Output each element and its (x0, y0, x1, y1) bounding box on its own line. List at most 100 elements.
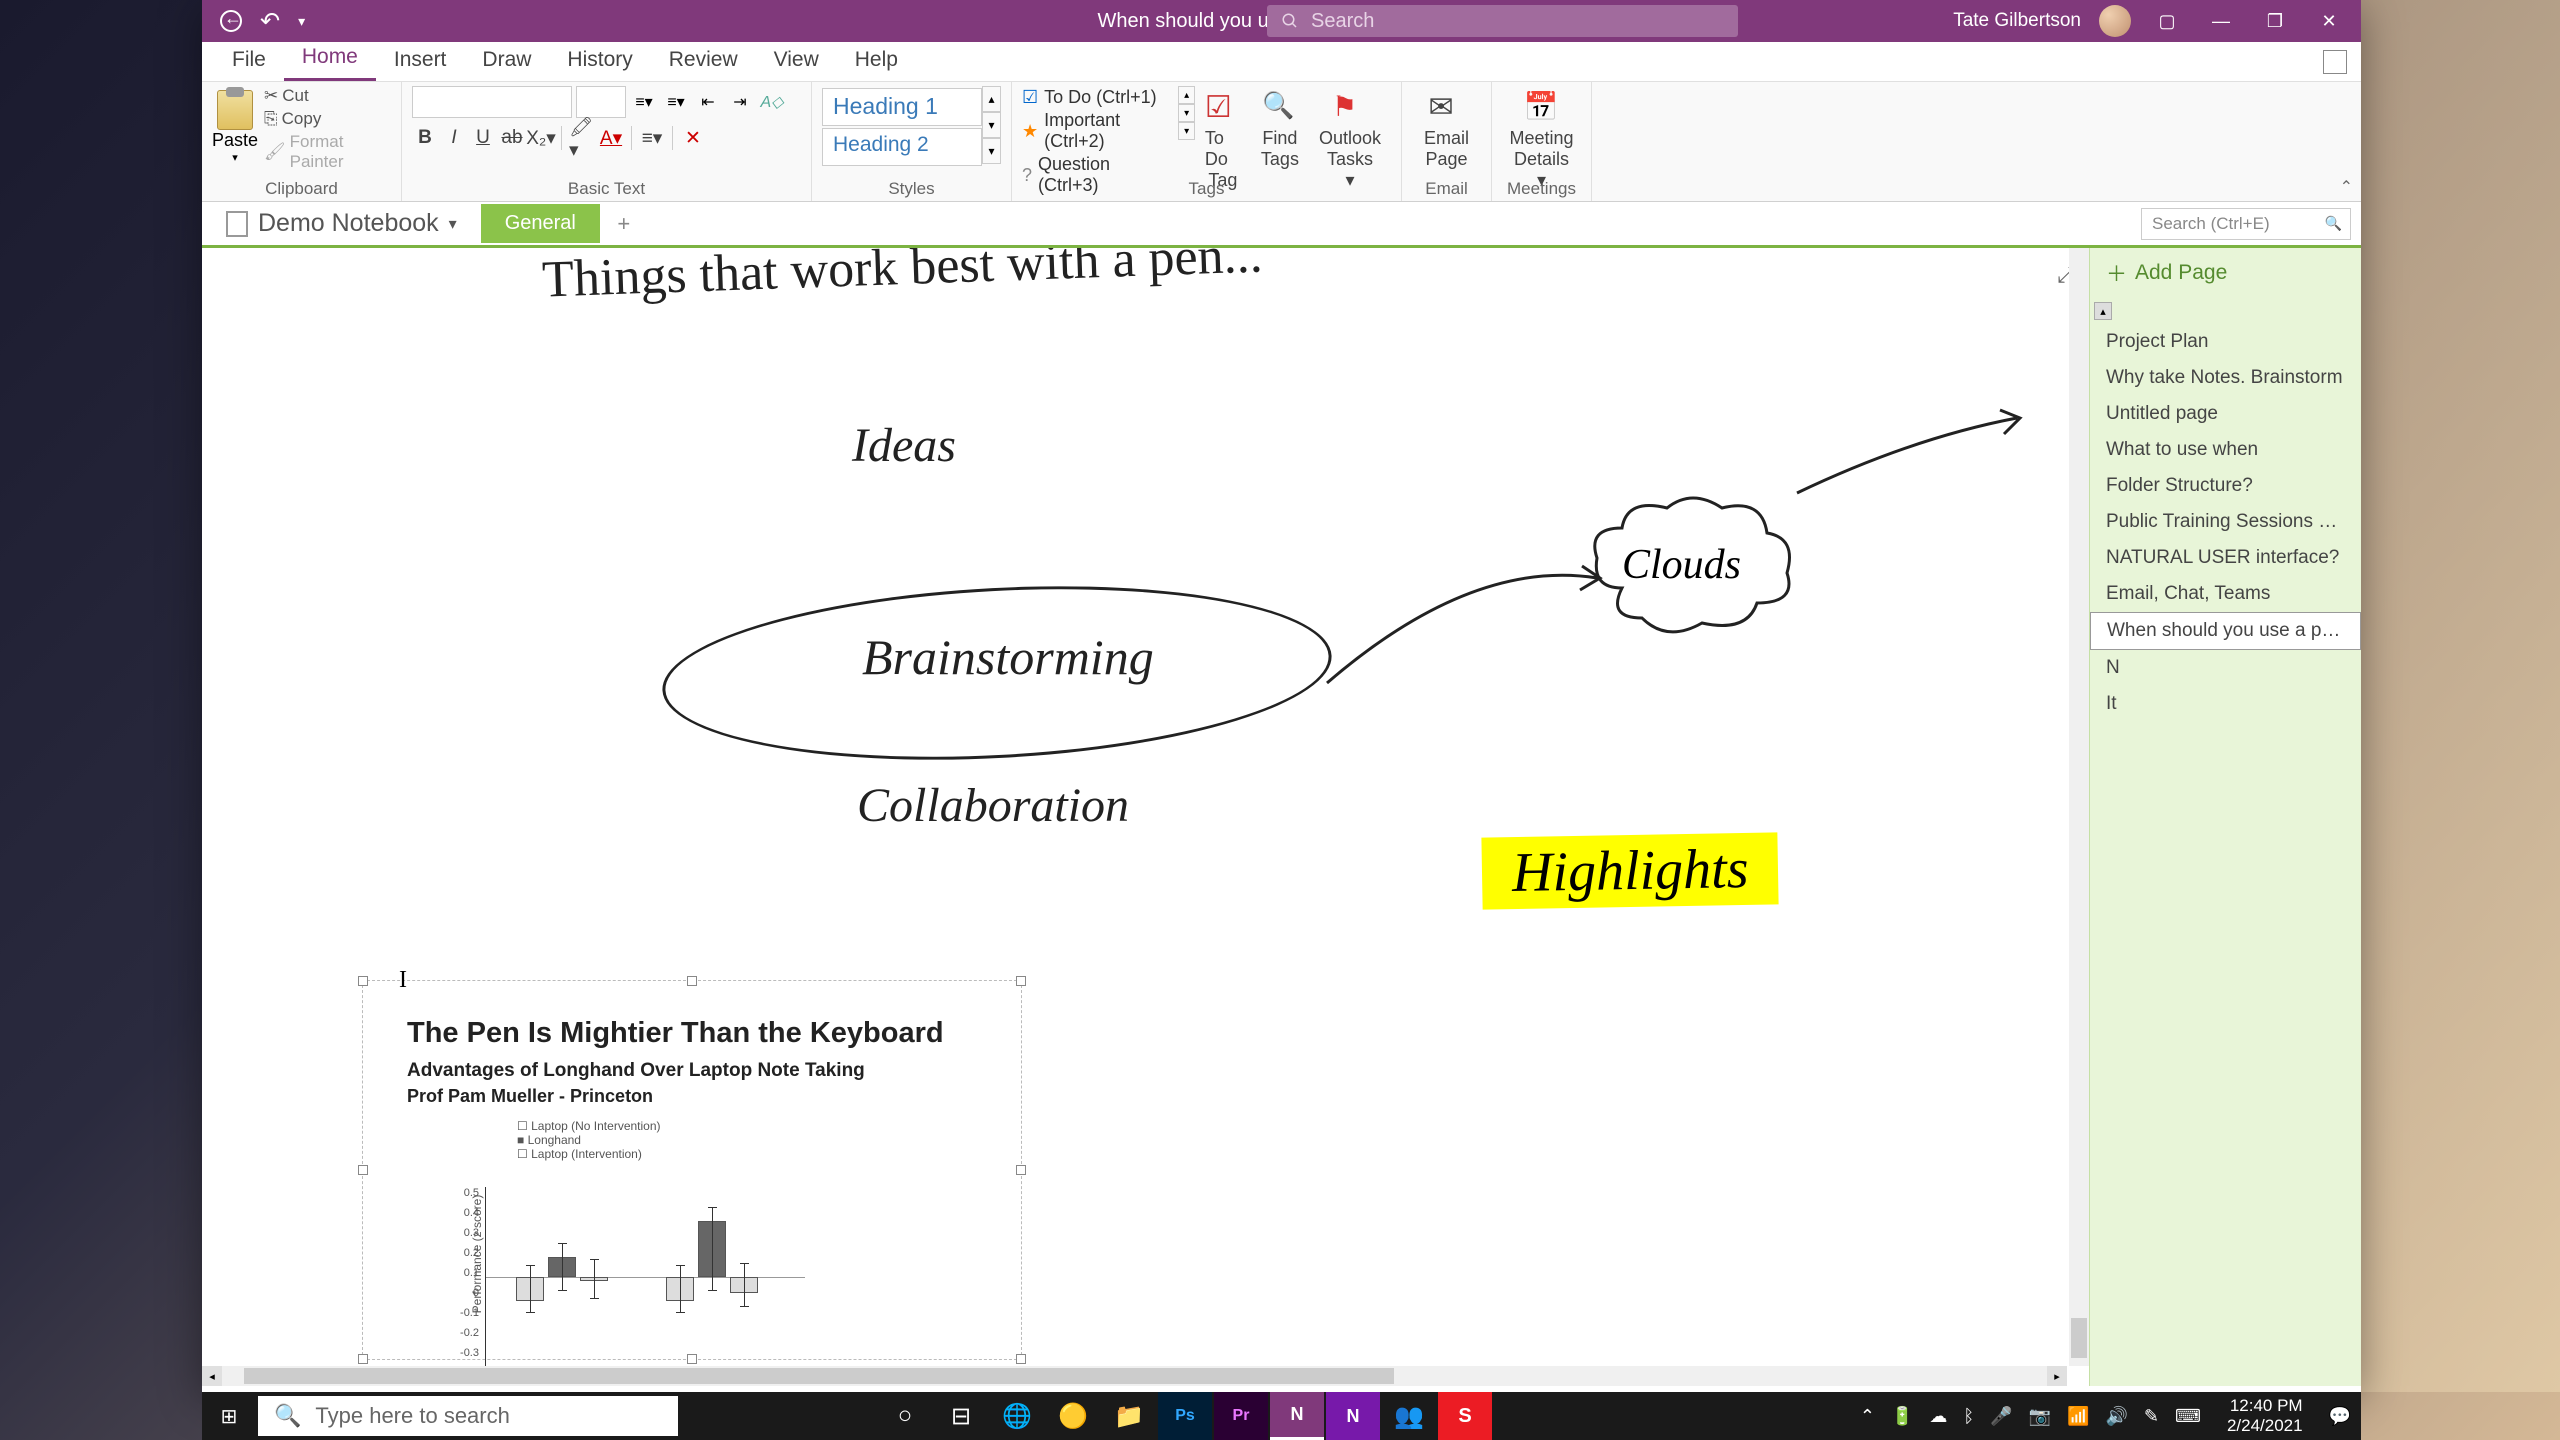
tray-expand-icon[interactable]: ⌃ (1860, 1406, 1875, 1427)
edge-icon[interactable]: 🌐 (990, 1392, 1044, 1440)
resize-handle[interactable] (687, 976, 697, 986)
tab-review[interactable]: Review (651, 39, 756, 81)
scroll-up-icon[interactable]: ▴ (2094, 302, 2112, 320)
font-color-button[interactable]: A▾ (598, 124, 624, 152)
style-more-icon[interactable]: ▾ (982, 138, 1001, 164)
user-name[interactable]: Tate Gilbertson (1953, 10, 2081, 32)
tray-mic-icon[interactable]: 🎤 (1990, 1406, 2012, 1427)
note-container[interactable]: I The Pen Is Mightier Than the Keyboard … (362, 980, 1022, 1360)
resize-handle[interactable] (1016, 1354, 1026, 1364)
ribbon-dropdown-icon[interactable] (2323, 50, 2347, 74)
chrome-icon[interactable]: 🟡 (1046, 1392, 1100, 1440)
tag-todo[interactable]: ☑To Do (Ctrl+1) (1022, 86, 1172, 109)
tab-home[interactable]: Home (284, 36, 376, 81)
canvas[interactable]: ⤢ Things that work best with a pen... Id… (202, 248, 2089, 1386)
underline-button[interactable]: U (470, 124, 496, 152)
email-page-button[interactable]: ✉EmailPage (1412, 86, 1481, 174)
resize-handle[interactable] (1016, 1165, 1026, 1175)
bullets-button[interactable]: ≡▾ (630, 88, 658, 116)
tray-keyboard-icon[interactable]: ⌨ (2175, 1406, 2201, 1427)
collapse-ribbon-icon[interactable]: ⌃ (2340, 177, 2353, 197)
avatar[interactable] (2099, 5, 2131, 37)
page-item-active[interactable]: When should you use a pen? (2090, 612, 2361, 650)
section-tab-general[interactable]: General (481, 204, 600, 243)
taskbar-clock[interactable]: 12:40 PM2/24/2021 (2217, 1396, 2313, 1437)
copy-button[interactable]: ⎘Copy (264, 109, 391, 129)
taskbar-search[interactable]: 🔍Type here to search (258, 1396, 678, 1436)
bold-button[interactable]: B (412, 124, 438, 152)
tag-more-icon[interactable]: ▾ (1178, 122, 1195, 140)
style-down-icon[interactable]: ▾ (982, 112, 1001, 138)
horizontal-scrollbar[interactable]: ◂ ▸ (202, 1366, 2067, 1386)
page-item[interactable]: NATURAL USER interface? (2090, 540, 2361, 576)
explorer-icon[interactable]: 📁 (1102, 1392, 1156, 1440)
tab-file[interactable]: File (214, 39, 284, 81)
tab-draw[interactable]: Draw (464, 39, 549, 81)
page-item[interactable]: It (2090, 686, 2361, 722)
page-item[interactable]: Untitled page (2090, 396, 2361, 432)
font-size-select[interactable] (576, 86, 626, 118)
onenote-app-icon[interactable]: N (1326, 1392, 1380, 1440)
resize-handle[interactable] (358, 1165, 368, 1175)
cortana-icon[interactable]: ○ (878, 1392, 932, 1440)
tab-insert[interactable]: Insert (376, 39, 465, 81)
tag-up-icon[interactable]: ▴ (1178, 86, 1195, 104)
resize-handle[interactable] (358, 1354, 368, 1364)
page-item[interactable]: N (2090, 650, 2361, 686)
page-search-input[interactable]: Search (Ctrl+E) (2141, 208, 2351, 240)
style-up-icon[interactable]: ▴ (982, 86, 1001, 112)
teams-icon[interactable]: 👥 (1382, 1392, 1436, 1440)
cut-button[interactable]: ✂Cut (264, 86, 391, 106)
page-item[interactable]: Email, Chat, Teams (2090, 576, 2361, 612)
notebook-selector[interactable]: Demo Notebook ▾ (212, 203, 471, 244)
tray-onedrive-icon[interactable]: ☁ (1929, 1406, 1947, 1427)
page-item[interactable]: Why take Notes. Brainstorm (2090, 360, 2361, 396)
numbering-button[interactable]: ≡▾ (662, 88, 690, 116)
tag-down-icon[interactable]: ▾ (1178, 104, 1195, 122)
format-painter-button[interactable]: 🖌Format Painter (264, 132, 391, 172)
tab-help[interactable]: Help (837, 39, 916, 81)
scroll-left-icon[interactable]: ◂ (202, 1366, 222, 1386)
task-view-icon[interactable]: ⊟ (934, 1392, 988, 1440)
strike-button[interactable]: ab (499, 124, 525, 152)
tag-important[interactable]: ★Important (Ctrl+2) (1022, 109, 1172, 153)
outdent-button[interactable]: ⇤ (694, 88, 722, 116)
align-button[interactable]: ≡▾ (639, 124, 665, 152)
resize-handle[interactable] (358, 976, 368, 986)
snagit-icon[interactable]: S (1438, 1392, 1492, 1440)
tray-battery-icon[interactable]: 🔋 (1891, 1406, 1913, 1427)
italic-button[interactable]: I (441, 124, 467, 152)
qat-more-icon[interactable]: ▾ (298, 13, 305, 30)
paste-button[interactable]: Paste ▾ (212, 86, 258, 172)
add-page-button[interactable]: ＋Add Page (2090, 248, 2361, 298)
tray-volume-icon[interactable]: 🔊 (2105, 1406, 2127, 1427)
font-select[interactable] (412, 86, 572, 118)
page-item[interactable]: Public Training Sessions Worksho (2090, 504, 2361, 540)
search-box[interactable]: Search (1267, 5, 1738, 37)
premiere-icon[interactable]: Pr (1214, 1392, 1268, 1440)
ribbon-mode-icon[interactable]: ▢ (2149, 0, 2185, 42)
page-item[interactable]: What to use when (2090, 432, 2361, 468)
highlight-button[interactable]: 🖍▾ (569, 124, 595, 152)
style-heading1[interactable]: Heading 1 (822, 88, 982, 126)
notifications-icon[interactable]: 💬 (2329, 1406, 2351, 1427)
back-icon[interactable] (220, 10, 242, 32)
vertical-scrollbar[interactable] (2069, 248, 2089, 1366)
delete-button[interactable]: ✕ (680, 124, 706, 152)
scroll-right-icon[interactable]: ▸ (2047, 1366, 2067, 1386)
page-item[interactable]: Project Plan (2090, 324, 2361, 360)
clear-format-button[interactable]: A◇ (758, 88, 786, 116)
close-button[interactable]: ✕ (2311, 0, 2347, 42)
page-item[interactable]: Folder Structure? (2090, 468, 2361, 504)
add-section-button[interactable]: + (606, 206, 642, 242)
undo-icon[interactable]: ↶ (260, 7, 280, 36)
tray-camera-icon[interactable]: 📷 (2029, 1406, 2051, 1427)
minimize-button[interactable]: — (2203, 0, 2239, 42)
tab-view[interactable]: View (756, 39, 837, 81)
tray-wifi-icon[interactable]: 📶 (2067, 1406, 2089, 1427)
indent-button[interactable]: ⇥ (726, 88, 754, 116)
maximize-button[interactable]: ❐ (2257, 0, 2293, 42)
resize-handle[interactable] (1016, 976, 1026, 986)
start-button[interactable]: ⊞ (202, 1392, 256, 1440)
photoshop-icon[interactable]: Ps (1158, 1392, 1212, 1440)
